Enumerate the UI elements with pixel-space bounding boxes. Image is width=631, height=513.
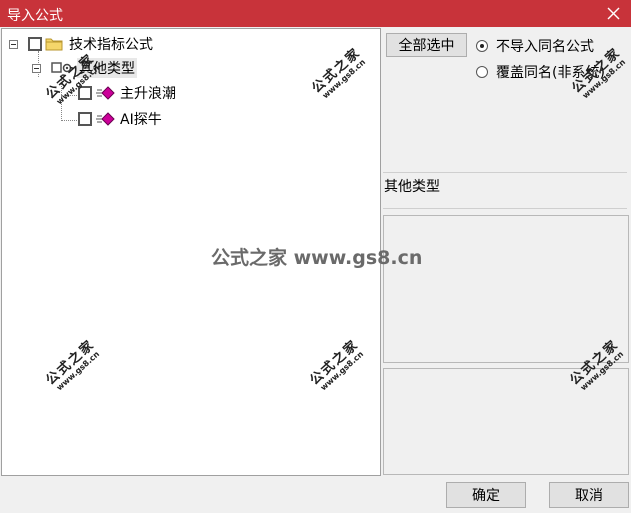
tree-root-label: 技术指标公式 — [69, 37, 153, 53]
divider — [383, 172, 627, 173]
collapse-icon[interactable] — [9, 39, 18, 49]
title-bar: 导入公式 — [0, 0, 631, 27]
tree-root-row[interactable]: 技术指标公式 — [9, 34, 153, 54]
cancel-button[interactable]: 取消 — [549, 482, 629, 508]
tree-item-row[interactable]: 主升浪潮 — [78, 83, 176, 103]
collapse-icon[interactable] — [32, 63, 41, 73]
diamond-icon — [96, 86, 116, 100]
folder-icon — [45, 37, 63, 51]
close-icon[interactable] — [605, 3, 623, 23]
tree-item-row[interactable]: AI探牛 — [78, 109, 162, 129]
radio-skip-same-name[interactable]: 不导入同名公式 — [476, 36, 594, 56]
radio-skip-label: 不导入同名公式 — [496, 39, 594, 55]
window-title: 导入公式 — [7, 8, 63, 24]
gear-icon — [51, 61, 73, 75]
category-name-text: 其他类型 — [384, 179, 440, 195]
radio-overwrite-label: 覆盖同名(非系统) — [496, 65, 605, 81]
tree-item-label: 主升浪潮 — [120, 86, 176, 102]
center-watermark: 公式之家 www.gs8.cn — [211, 247, 423, 269]
radio-button[interactable] — [476, 66, 488, 78]
detail-box — [383, 368, 629, 475]
diamond-icon — [96, 112, 116, 126]
tree-connector — [61, 75, 62, 121]
tree-item-label: AI探牛 — [120, 112, 162, 128]
ok-button[interactable]: 确定 — [446, 482, 526, 508]
tree-category-row[interactable]: 其他类型 — [32, 58, 137, 78]
description-box — [383, 215, 629, 363]
tree-item-checkbox[interactable] — [78, 86, 92, 100]
radio-button[interactable] — [476, 40, 488, 52]
tree-root-checkbox[interactable] — [28, 37, 42, 51]
divider — [383, 208, 627, 209]
radio-overwrite-same-name[interactable]: 覆盖同名(非系统) — [476, 62, 605, 82]
tree-category-label: 其他类型 — [77, 58, 137, 78]
tree-item-checkbox[interactable] — [78, 112, 92, 126]
select-all-button[interactable]: 全部选中 — [386, 33, 467, 57]
